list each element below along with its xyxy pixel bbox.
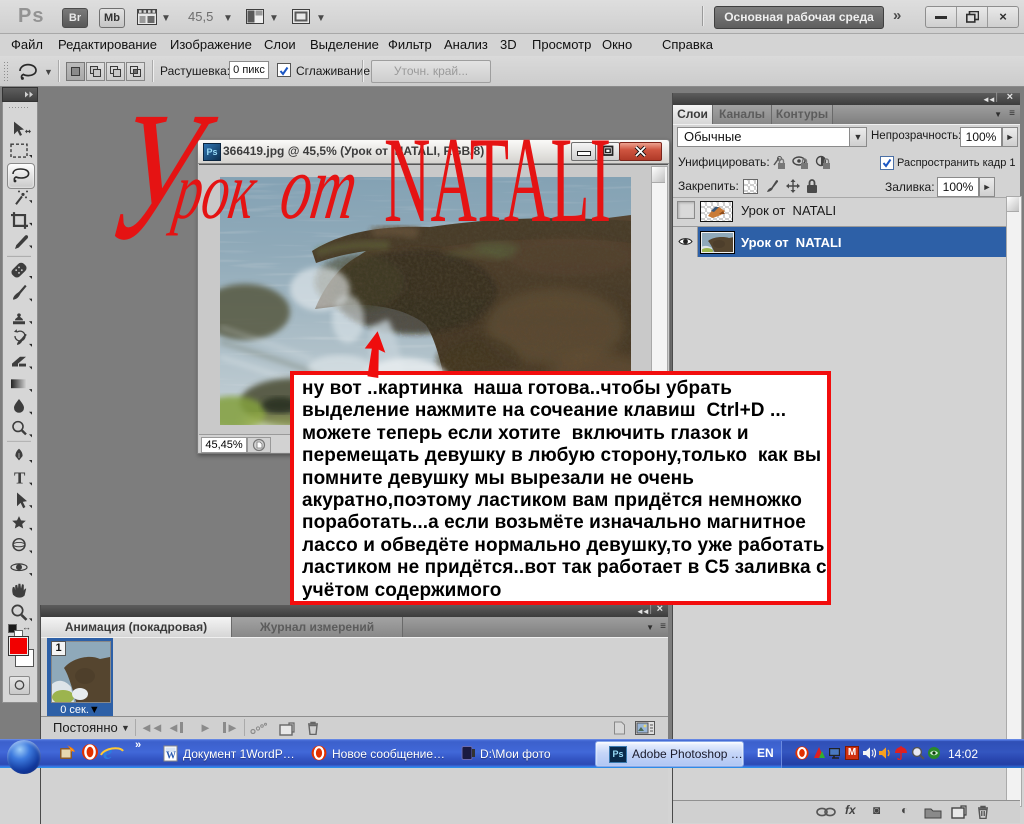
svg-text:W: W xyxy=(166,751,176,762)
svg-text:T: T xyxy=(14,469,25,488)
